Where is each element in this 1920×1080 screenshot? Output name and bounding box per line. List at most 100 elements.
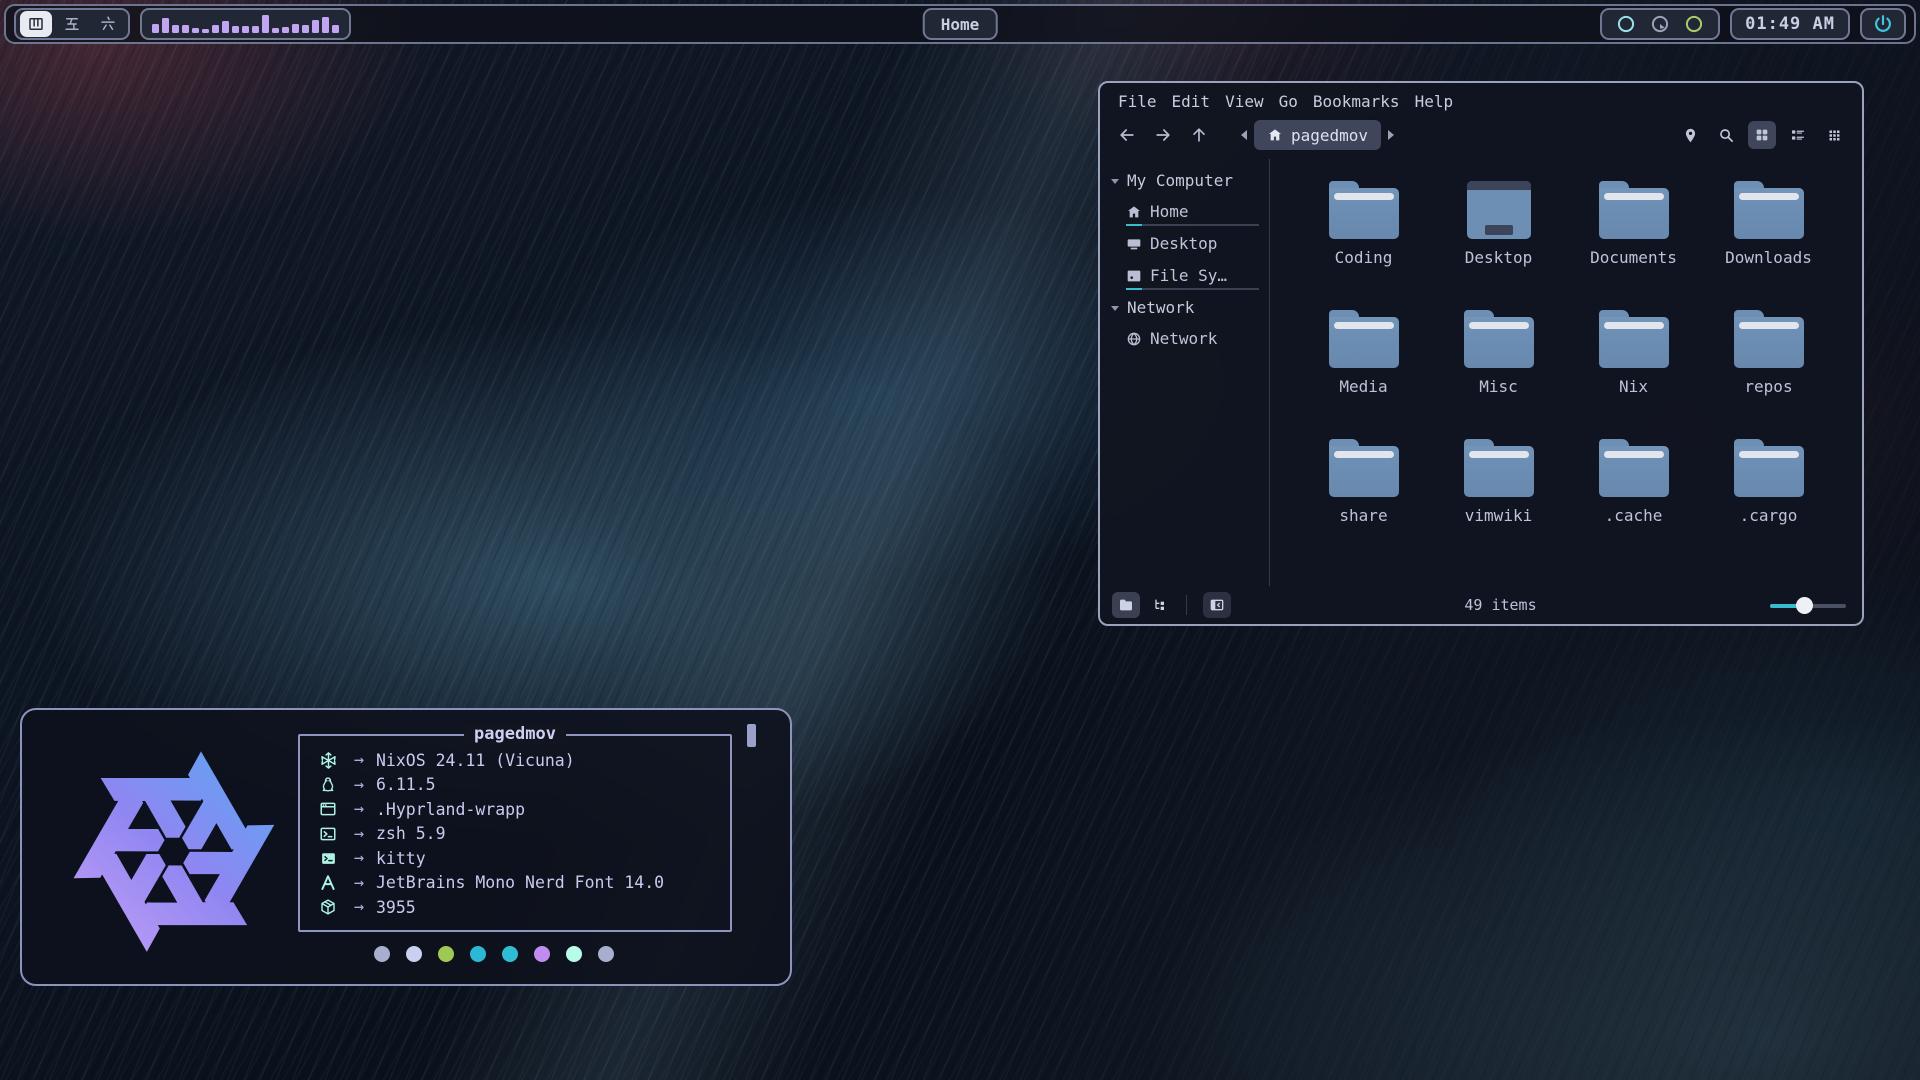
folder-item[interactable]: Media xyxy=(1304,310,1424,396)
status-indicators xyxy=(1600,8,1720,40)
folder-item[interactable]: share xyxy=(1304,439,1424,525)
sidebar-item-label: Desktop xyxy=(1150,234,1217,253)
notched-circle-indicator-icon[interactable] xyxy=(1650,14,1670,34)
tree-pane-button[interactable] xyxy=(1146,592,1174,618)
menu-edit[interactable]: Edit xyxy=(1172,92,1211,111)
grid-view-icon xyxy=(1754,127,1770,143)
window-manager-icon xyxy=(314,800,342,818)
folder-name: Documents xyxy=(1590,248,1677,267)
folder-item[interactable]: .cargo xyxy=(1709,439,1829,525)
folder-item[interactable]: Nix xyxy=(1574,310,1694,396)
slider-knob[interactable] xyxy=(1796,597,1813,614)
folder-item[interactable]: vimwiki xyxy=(1439,439,1559,525)
network-globe-icon xyxy=(1126,331,1142,347)
os-value: NixOS 24.11 (Vicuna) xyxy=(376,751,575,770)
arrow-glyph: → xyxy=(342,775,376,795)
palette-dot xyxy=(566,946,582,962)
workspace-5[interactable] xyxy=(56,11,88,37)
folder-item[interactable]: Downloads xyxy=(1709,181,1829,267)
folder-name: Desktop xyxy=(1465,248,1532,267)
fetch-line-kernel: → 6.11.5 xyxy=(314,773,730,798)
green-circle-indicator-icon[interactable] xyxy=(1684,14,1704,34)
folder-item[interactable]: repos xyxy=(1709,310,1829,396)
folder-name: .cache xyxy=(1605,506,1663,525)
cyan-circle-indicator-icon[interactable] xyxy=(1616,14,1636,34)
location-pin-button[interactable] xyxy=(1676,121,1704,149)
palette-dot xyxy=(598,946,614,962)
section-label: Network xyxy=(1127,298,1194,317)
sidebar-item-home[interactable]: Home xyxy=(1100,196,1269,228)
zoom-slider[interactable] xyxy=(1770,596,1846,614)
icon-view-button[interactable] xyxy=(1748,121,1776,149)
item-count: 49 items xyxy=(1237,596,1764,614)
cjk-six-glyph-icon xyxy=(99,15,117,33)
workspace-6[interactable] xyxy=(92,11,124,37)
sidebar-section-my-computer[interactable]: My Computer xyxy=(1100,165,1269,196)
home-icon xyxy=(1126,204,1142,220)
menu-bookmarks[interactable]: Bookmarks xyxy=(1313,92,1400,111)
menu-go[interactable]: Go xyxy=(1279,92,1298,111)
menu-file[interactable]: File xyxy=(1118,92,1157,111)
palette-dot xyxy=(534,946,550,962)
tab-scroll-right-button[interactable] xyxy=(1383,123,1399,147)
tab-scroll-left-button[interactable] xyxy=(1236,123,1252,147)
up-button[interactable] xyxy=(1186,122,1212,148)
kernel-value: 6.11.5 xyxy=(376,775,436,794)
arrow-left-icon xyxy=(1117,125,1137,145)
terminal-scrollbar[interactable] xyxy=(747,724,756,747)
terminal-color-palette xyxy=(278,946,710,962)
folder-item[interactable]: Misc xyxy=(1439,310,1559,396)
sidebar-item-label: File Sy… xyxy=(1150,266,1227,285)
tree-icon xyxy=(1152,597,1168,613)
path-bar: pagedmov xyxy=(1236,120,1399,150)
folder-item[interactable]: Documents xyxy=(1574,181,1694,267)
location-label: pagedmov xyxy=(1291,126,1368,145)
arrow-glyph: → xyxy=(342,873,376,893)
compact-view-button[interactable] xyxy=(1820,121,1848,149)
sidebar-item-desktop[interactable]: Desktop xyxy=(1100,228,1269,260)
cjk-five-glyph-icon xyxy=(63,15,81,33)
arrow-glyph: → xyxy=(342,848,376,868)
back-button[interactable] xyxy=(1114,122,1140,148)
sidebar: My Computer Home Desktop File Sy… Networ… xyxy=(1100,159,1270,586)
folder-icon xyxy=(1329,181,1399,239)
toggle-sidebar-button[interactable] xyxy=(1203,592,1231,618)
list-view-button[interactable] xyxy=(1784,121,1812,149)
palette-dot xyxy=(374,946,390,962)
active-window-title[interactable]: Home xyxy=(923,8,998,40)
clock: 01:49 AM xyxy=(1730,8,1850,40)
folder-icon xyxy=(1734,181,1804,239)
nix-snowflake-icon xyxy=(314,751,342,770)
forward-button[interactable] xyxy=(1150,122,1176,148)
menu-view[interactable]: View xyxy=(1225,92,1264,111)
terminal-icon xyxy=(314,850,342,867)
fetch-line-font: → JetBrains Mono Nerd Font 14.0 xyxy=(314,871,730,896)
current-location-tab[interactable]: pagedmov xyxy=(1254,120,1381,150)
arrow-right-icon xyxy=(1153,125,1173,145)
power-button[interactable] xyxy=(1860,8,1906,40)
folder-name: repos xyxy=(1744,377,1792,396)
sidebar-section-network[interactable]: Network xyxy=(1100,292,1269,323)
fetch-line-terminal: → kitty xyxy=(314,846,730,871)
folder-icon xyxy=(1599,181,1669,239)
file-manager-window: File Edit View Go Bookmarks Help pagedmo… xyxy=(1098,81,1864,626)
search-icon xyxy=(1718,127,1735,144)
places-pane-button[interactable] xyxy=(1112,592,1140,618)
search-button[interactable] xyxy=(1712,121,1740,149)
audio-visualizer xyxy=(140,8,351,40)
expander-triangle-icon xyxy=(1110,303,1120,313)
sidebar-item-filesystem[interactable]: File Sy… xyxy=(1100,260,1269,292)
chevron-right-icon xyxy=(1386,129,1396,141)
workspace-4[interactable] xyxy=(20,11,52,37)
folder-mini-icon xyxy=(1118,597,1134,613)
folder-icon xyxy=(1464,439,1534,497)
folder-name: Misc xyxy=(1479,377,1518,396)
folder-item[interactable]: .cache xyxy=(1574,439,1694,525)
folder-name: .cargo xyxy=(1740,506,1798,525)
folder-item[interactable]: Coding xyxy=(1304,181,1424,267)
folder-item[interactable]: Desktop xyxy=(1439,181,1559,267)
toolbar: pagedmov xyxy=(1100,115,1862,159)
sidebar-item-network[interactable]: Network xyxy=(1100,323,1269,355)
palette-dot xyxy=(406,946,422,962)
menu-help[interactable]: Help xyxy=(1415,92,1454,111)
